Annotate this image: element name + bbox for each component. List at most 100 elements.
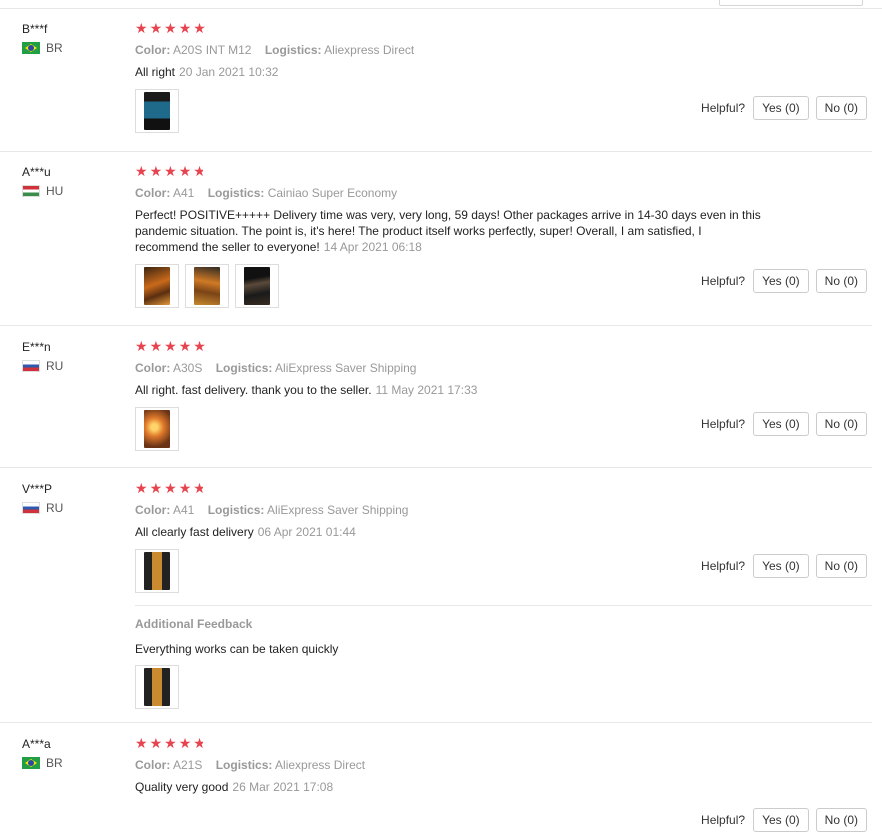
reviewer-name: A***a [22, 737, 51, 751]
review-body: Quality very good [135, 780, 229, 794]
logistics-value: AliExpress Saver Shipping [267, 503, 409, 517]
review-meta: Color: A20S INT M12 Logistics: Aliexpres… [135, 43, 775, 57]
hungary-flag-icon [22, 185, 40, 197]
review-meta: Color: A21S Logistics: Aliexpress Direct [135, 758, 775, 772]
half-star-icon: ★ [193, 164, 206, 180]
country-code: HU [46, 184, 64, 198]
star-icon: ★ [164, 736, 177, 752]
additional-photos [135, 665, 872, 709]
star-icon: ★ [135, 736, 148, 752]
reviewer-name: V***P [22, 482, 53, 496]
review-photos [135, 549, 775, 593]
review-body: All right [135, 65, 176, 79]
star-icon: ★ [135, 481, 148, 497]
review-photo-thumbnail[interactable] [185, 264, 229, 308]
color-label: Color: [135, 361, 171, 375]
helpful-yes-button[interactable]: Yes (0) [753, 554, 809, 578]
star-icon: ★ [178, 339, 192, 355]
helpful-label: Helpful? [701, 101, 746, 115]
review-photo-thumbnail[interactable] [135, 549, 179, 593]
additional-feedback-title: Additional Feedback [135, 617, 253, 631]
top-divider [0, 8, 882, 9]
helpful-no-button[interactable]: No (0) [815, 808, 867, 832]
color-value: A30S [173, 361, 203, 375]
star-icon: ★ [164, 339, 177, 355]
review-item: A***a BR ★ ★ ★ ★ ★ Color: A21S Logistics: Al… [0, 737, 872, 832]
logistics-label: Logistics: [215, 361, 273, 375]
color-label: Color: [135, 43, 171, 57]
review-date: 20 Jan 2021 10:32 [179, 65, 279, 79]
logistics-label: Logistics: [264, 43, 322, 57]
helpful-no-button[interactable]: No (0) [815, 412, 867, 436]
star-rating: ★ ★ ★ ★ ★ [135, 737, 775, 751]
review-meta: Color: A30S Logistics: AliExpress Saver … [135, 361, 775, 375]
helpful-yes-button[interactable]: Yes (0) [753, 269, 809, 293]
review-photo-thumbnail[interactable] [135, 264, 179, 308]
helpful-controls: Helpful? Yes (0) No (0) [701, 269, 867, 293]
star-icon: ★ [178, 481, 192, 497]
review-photos [135, 407, 775, 451]
reviewer-country: HU [22, 184, 63, 198]
star-rating: ★ ★ ★ ★ ★ [135, 22, 775, 36]
helpful-no-button[interactable]: No (0) [815, 269, 867, 293]
star-icon: ★ [178, 736, 192, 752]
reviewer-name: B***f [22, 22, 48, 36]
star-icon: ★ [135, 21, 148, 37]
review-photo-thumbnail[interactable] [135, 89, 179, 133]
color-value: A21S [173, 758, 203, 772]
star-icon: ★ [135, 339, 148, 355]
additional-feedback-text: Everything works can be taken quickly [135, 642, 339, 656]
reviewer-country: RU [22, 501, 63, 515]
star-icon: ★ [149, 481, 163, 497]
review-text: Quality very good 26 Mar 2021 17:08 [135, 779, 763, 795]
star-icon: ★ [135, 164, 148, 180]
helpful-yes-button[interactable]: Yes (0) [753, 412, 809, 436]
review-text: All clearly fast delivery 06 Apr 2021 01:… [135, 524, 763, 540]
star-rating: ★ ★ ★ ★ ★ [135, 340, 775, 354]
review-item: E***n RU ★ ★ ★ ★ ★ Color: A30S Logistics: Al… [0, 340, 872, 468]
review-photo-thumbnail[interactable] [235, 264, 279, 308]
star-icon: ★ [178, 21, 192, 37]
review-content: ★ ★ ★ ★ ★ Color: A30S Logistics: AliExpress … [135, 340, 775, 451]
star-rating: ★ ★ ★ ★ ★ [135, 165, 775, 179]
review-content: ★ ★ ★ ★ ★ Color: A41 Logistics: Cainiao Supe… [135, 165, 775, 308]
reviewer-name: E***n [22, 340, 51, 354]
color-value: A20S INT M12 [173, 43, 252, 57]
review-photo-thumbnail[interactable] [135, 665, 179, 709]
sort-dropdown[interactable] [719, 0, 863, 6]
star-icon: ★ [149, 339, 163, 355]
color-label: Color: [135, 503, 171, 517]
helpful-controls: Helpful? Yes (0) No (0) [701, 96, 867, 120]
country-code: RU [46, 501, 64, 515]
review-date: 26 Mar 2021 17:08 [232, 780, 334, 794]
helpful-label: Helpful? [701, 274, 746, 288]
reviewer-country: BR [22, 756, 63, 770]
reviewer-country: RU [22, 359, 63, 373]
reviewer-country: BR [22, 41, 63, 55]
russia-flag-icon [22, 360, 40, 372]
russia-flag-icon [22, 502, 40, 514]
review-photo-thumbnail[interactable] [135, 407, 179, 451]
star-icon: ★ [164, 21, 177, 37]
helpful-label: Helpful? [701, 417, 746, 431]
logistics-value: Aliexpress Direct [324, 43, 415, 57]
star-icon: ★ [164, 164, 177, 180]
review-text: Perfect! POSITIVE+++++ Delivery time was… [135, 207, 763, 255]
review-item: B***f BR ★ ★ ★ ★ ★ Color: A20S INT M12 Logis… [0, 22, 872, 152]
star-icon: ★ [149, 164, 163, 180]
color-label: Color: [135, 186, 171, 200]
color-value: A41 [173, 503, 195, 517]
review-meta: Color: A41 Logistics: Cainiao Super Econ… [135, 186, 775, 200]
brazil-flag-icon [22, 42, 40, 54]
review-content: ★ ★ ★ ★ ★ Color: A20S INT M12 Logistics: Ali… [135, 22, 775, 133]
color-label: Color: [135, 758, 171, 772]
helpful-yes-button[interactable]: Yes (0) [753, 96, 809, 120]
color-value: A41 [173, 186, 195, 200]
star-icon: ★ [193, 21, 206, 37]
helpful-yes-button[interactable]: Yes (0) [753, 808, 809, 832]
helpful-no-button[interactable]: No (0) [815, 554, 867, 578]
country-code: BR [46, 756, 63, 770]
helpful-no-button[interactable]: No (0) [815, 96, 867, 120]
review-date: 06 Apr 2021 01:44 [257, 525, 356, 539]
star-icon: ★ [149, 21, 163, 37]
